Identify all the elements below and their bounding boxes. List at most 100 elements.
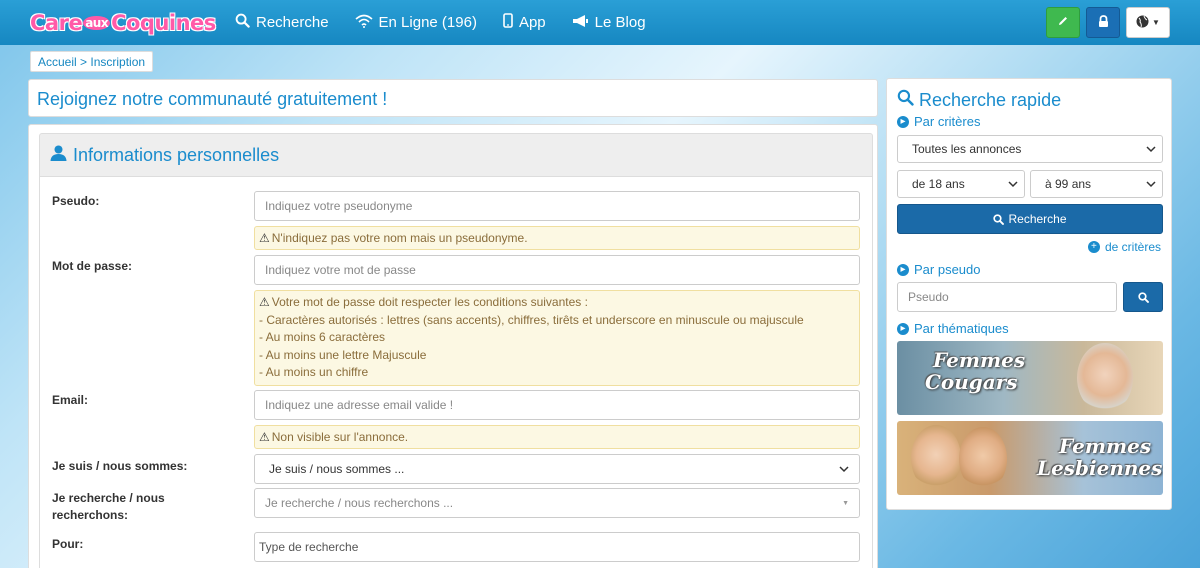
by-pseudo-text: Par pseudo: [914, 262, 981, 277]
warning-icon: ⚠: [259, 430, 270, 444]
megaphone-icon: [572, 14, 589, 32]
pseudo-input[interactable]: Indiquez votre pseudonyme: [254, 191, 860, 221]
banner-photo: [1077, 343, 1133, 413]
email-warning: ⚠ Non visible sur l'annonce.: [254, 425, 860, 449]
warning-icon: ⚠: [259, 295, 270, 309]
by-criteria-link[interactable]: ▸ Par critères: [897, 114, 980, 129]
ads-select[interactable]: Toutes les annonces: [897, 135, 1163, 163]
search-icon: [993, 213, 1005, 225]
pseudo-label: Pseudo:: [52, 194, 100, 208]
main-nav: Recherche En Ligne (196) App Le Blog: [235, 13, 672, 32]
seek-label-line1: Je recherche / nous: [52, 491, 165, 505]
for-input[interactable]: Type de recherche: [254, 532, 860, 562]
nav-app-label: App: [518, 14, 546, 31]
pseudo-search-button[interactable]: [1123, 282, 1163, 312]
logo-text-end: Coquines: [111, 10, 216, 35]
theme-lesbians-line2: Lesbiennes: [1037, 456, 1163, 480]
sidebar-title-text: Recherche rapide: [919, 89, 1062, 110]
password-rule: - Au moins une lettre Majuscule: [259, 347, 427, 362]
by-theme-link[interactable]: ▸ Par thématiques: [897, 321, 1009, 336]
seek-select-value: Je recherche / nous recherchons ...: [265, 496, 454, 510]
seek-select[interactable]: Je recherche / nous recherchons ... ▼: [254, 488, 860, 518]
search-icon: [1137, 291, 1149, 303]
password-rules: ⚠ Votre mot de passe doit respecter les c…: [254, 290, 860, 386]
theme-cougars-title: Femmes Cougars: [925, 348, 1026, 393]
by-criteria-text: Par critères: [914, 114, 981, 129]
quick-search-button-label: Recherche: [1008, 212, 1067, 226]
age-from-value: de 18 ans: [912, 177, 965, 191]
theme-lesbians-title: Femmes Lesbiennes: [1037, 435, 1162, 479]
password-label: Mot de passe:: [52, 259, 133, 273]
page-title: Rejoignez notre communauté gratuitement …: [28, 79, 878, 117]
more-criteria-text: de critères: [1104, 240, 1161, 254]
lock-icon: [1098, 14, 1109, 31]
password-input[interactable]: Indiquez votre mot de passe: [254, 255, 860, 285]
seek-label-line2: recherchons:: [52, 508, 129, 522]
language-button[interactable]: ▼: [1126, 7, 1170, 38]
login-button[interactable]: [1086, 7, 1120, 38]
panel-body: Pseudo: Indiquez votre pseudonyme ⚠ N'ind…: [39, 177, 873, 568]
logo-text-start: Care: [30, 10, 83, 35]
globe-icon: [1136, 15, 1149, 31]
pseudo-warning-text: N'indiquez pas votre nom mais un pseudon…: [271, 231, 528, 245]
register-button[interactable]: [1046, 7, 1080, 38]
arrow-circle-icon: ▸: [897, 263, 909, 276]
age-to-value: à 99 ans: [1045, 177, 1092, 191]
pseudo-warning: ⚠ N'indiquez pas votre nom mais un pseudo…: [254, 226, 860, 250]
iam-label: Je suis / nous sommes:: [52, 459, 188, 473]
search-icon: [235, 13, 250, 32]
breadcrumb[interactable]: Accueil > Inscription: [30, 51, 154, 72]
sidebar-title: Recherche rapide: [897, 89, 1061, 111]
theme-lesbians-banner[interactable]: Femmes Lesbiennes: [897, 421, 1163, 495]
theme-cougars-line2: Cougars: [925, 370, 1018, 394]
warning-icon: ⚠: [259, 231, 270, 245]
age-to-select[interactable]: à 99 ans: [1030, 170, 1163, 198]
panel-header: Informations personnelles: [39, 133, 873, 177]
age-from-select[interactable]: de 18 ans: [897, 170, 1025, 198]
password-rule: - Au moins 6 caractères: [259, 330, 386, 344]
caret-down-icon: ▼: [842, 499, 849, 507]
seek-label: Je recherche / nous recherchons:: [52, 490, 165, 524]
pseudo-search-placeholder: Pseudo: [908, 290, 949, 304]
pencil-icon: [1057, 15, 1069, 30]
by-theme-text: Par thématiques: [914, 321, 1009, 336]
password-rule-text: Votre mot de passe doit respecter les co…: [271, 295, 588, 309]
theme-cougars-banner[interactable]: Femmes Cougars: [897, 341, 1163, 415]
quick-search-button[interactable]: Recherche: [897, 204, 1163, 234]
phone-icon: [503, 13, 513, 32]
top-right-buttons: ▼: [1040, 7, 1170, 38]
nav-app[interactable]: App: [503, 13, 546, 32]
wifi-icon: [355, 14, 373, 32]
iam-select-value: Je suis / nous sommes ...: [269, 462, 405, 476]
banner-photo: [959, 427, 1007, 491]
iam-select[interactable]: Je suis / nous sommes ...: [254, 454, 860, 484]
by-pseudo-link[interactable]: ▸ Par pseudo: [897, 262, 981, 277]
nav-search[interactable]: Recherche: [235, 13, 329, 32]
nav-search-label: Recherche: [256, 14, 329, 31]
pseudo-search-input[interactable]: Pseudo: [897, 282, 1117, 312]
site-logo[interactable]: Care aux Coquines: [30, 10, 216, 35]
arrow-circle-icon: ▸: [897, 115, 909, 128]
theme-cougars-line1: Femmes: [933, 348, 1026, 372]
top-navbar: Care aux Coquines Recherche En Ligne (196)…: [0, 0, 1200, 45]
password-rule: - Au moins un chiffre: [259, 365, 369, 379]
email-input[interactable]: Indiquez une adresse email valide !: [254, 390, 860, 420]
theme-lesbians-line1: Femmes: [1059, 434, 1152, 458]
chevron-down-icon: [1146, 142, 1156, 156]
chevron-down-icon: [1008, 177, 1018, 191]
arrow-circle-icon: ▸: [897, 322, 909, 335]
chevron-down-icon: [839, 462, 849, 476]
for-label: Pour:: [52, 537, 84, 551]
plus-circle-icon: +: [1087, 241, 1100, 253]
quick-search-sidebar: Recherche rapide ▸ Par critères Toutes le…: [886, 78, 1172, 510]
nav-online-label: En Ligne (196): [378, 14, 477, 31]
nav-blog[interactable]: Le Blog: [572, 14, 646, 32]
nav-online[interactable]: En Ligne (196): [355, 14, 477, 32]
password-rule: - Caractères autorisés : lettres (sans a…: [259, 312, 804, 327]
more-criteria-link[interactable]: + de critères: [1087, 240, 1161, 254]
user-icon: [50, 145, 67, 166]
nav-blog-label: Le Blog: [594, 14, 646, 31]
caret-down-icon: ▼: [1152, 18, 1160, 27]
email-warning-text: Non visible sur l'annonce.: [271, 430, 409, 444]
chevron-down-icon: [1146, 177, 1156, 191]
